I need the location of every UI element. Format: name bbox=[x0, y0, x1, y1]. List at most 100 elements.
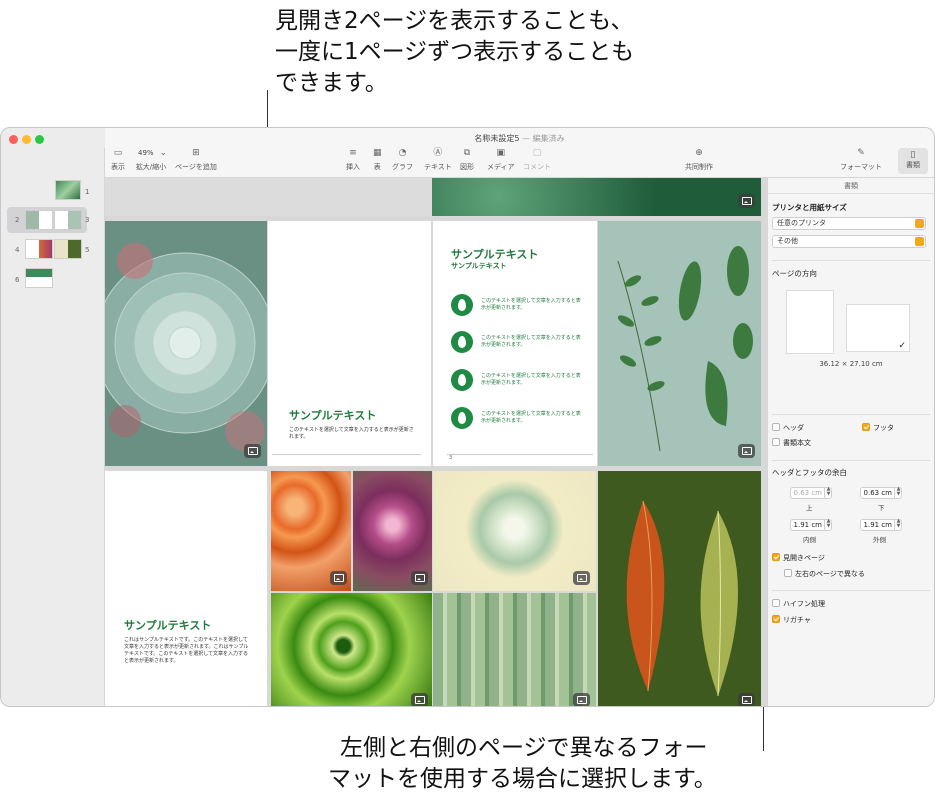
printer-section-label: プリンタと用紙サイズ bbox=[772, 203, 847, 212]
thumbnail-page-4[interactable] bbox=[25, 239, 53, 259]
collaborate-icon: ⊕ bbox=[695, 148, 703, 158]
shape-button[interactable]: ⧉ 図形 bbox=[460, 148, 474, 172]
page-5-image-succulent[interactable] bbox=[433, 471, 596, 591]
footer-rule bbox=[272, 454, 421, 455]
image-placeholder-icon[interactable] bbox=[738, 194, 755, 208]
thumbnail-number: 5 bbox=[85, 246, 90, 254]
inspector-tab-document[interactable]: 書類 bbox=[768, 178, 934, 194]
printer-select[interactable]: 任意のプリンタ bbox=[772, 217, 926, 230]
close-button[interactable] bbox=[9, 135, 18, 144]
leaf-icon bbox=[451, 294, 473, 316]
collaborate-button[interactable]: ⊕ 共同制作 bbox=[685, 148, 713, 172]
page-4-image-orange[interactable] bbox=[271, 471, 351, 591]
bottom-caption: 下 bbox=[878, 504, 885, 512]
page-body: これはサンプルテキストです。このテキストを選択して文章を入力すると表示が更新され… bbox=[124, 637, 249, 664]
thumbnail-page-2[interactable] bbox=[25, 210, 53, 230]
document-button[interactable]: ▯ 書類 bbox=[898, 148, 928, 174]
callout-top-line1: 見開き2ページを表示することも、 bbox=[275, 8, 634, 34]
callout-top-line3: できます。 bbox=[275, 70, 388, 96]
portrait-orientation[interactable] bbox=[786, 290, 834, 354]
page-body: このテキストを選択して文章を入力すると表示が更新されます。 bbox=[289, 427, 414, 440]
page-2-text: サンプルテキスト このテキストを選択して文章を入力すると表示が更新されます。 bbox=[268, 221, 431, 466]
page-4-image-spiral[interactable] bbox=[271, 593, 432, 706]
toc-title: サンプルテキスト bbox=[451, 248, 539, 261]
pages-window: 1 2 3 4 5 6 名称未設定5 — 編集済み ▭ 表示 49% ⌄ 拡大/… bbox=[0, 127, 935, 707]
paintbrush-icon: ✎ bbox=[857, 148, 865, 158]
view-button[interactable]: ▭ 表示 bbox=[111, 148, 125, 172]
image-placeholder-icon[interactable] bbox=[738, 444, 755, 458]
header-top-margin-stepper[interactable]: 0.63 cm ▲ ▼ bbox=[790, 487, 832, 499]
page-3-text: サンプルテキスト サンプルテキスト このテキストを選択して文章を入力すると表示が… bbox=[433, 221, 597, 466]
hyphenation-checkbox[interactable]: ハイフン処理 bbox=[772, 599, 825, 609]
image-placeholder-icon[interactable] bbox=[573, 693, 590, 706]
image-placeholder-icon[interactable] bbox=[573, 571, 590, 585]
chart-icon: ◔ bbox=[398, 148, 407, 158]
footer-bottom-margin-stepper[interactable]: 0.63 cm ▲ ▼ bbox=[860, 487, 902, 499]
media-icon: ▣ bbox=[496, 148, 506, 158]
page-4-text: サンプルテキスト これはサンプルテキストです。このテキストを選択して文章を入力す… bbox=[105, 471, 267, 706]
image-placeholder-icon[interactable] bbox=[738, 693, 755, 706]
page-heading: サンプルテキスト bbox=[124, 619, 212, 632]
toolbar: 名称未設定5 — 編集済み ▭ 表示 49% ⌄ 拡大/縮小 ⊞ ページを追加 … bbox=[105, 128, 934, 178]
image-placeholder-icon[interactable] bbox=[244, 444, 261, 458]
comment-icon: ▢ bbox=[532, 148, 542, 158]
zoom-window-button[interactable] bbox=[35, 135, 44, 144]
add-page-button[interactable]: ⊞ ページを追加 bbox=[175, 148, 217, 172]
outside-caption: 外側 bbox=[873, 536, 886, 544]
image-placeholder-icon[interactable] bbox=[330, 571, 347, 585]
text-button[interactable]: Ⓐ テキスト bbox=[424, 148, 452, 172]
page-3-image[interactable] bbox=[598, 221, 761, 466]
chevron-updown-icon bbox=[915, 237, 924, 246]
ligatures-checkbox[interactable]: リガチャ bbox=[772, 615, 811, 625]
page-top-strip-image[interactable] bbox=[432, 178, 761, 216]
bullet-text: このテキストを選択して文章を入力すると表示が更新されます。 bbox=[481, 335, 581, 348]
zoom-button[interactable]: 49% ⌄ 拡大/縮小 bbox=[135, 148, 167, 172]
document-icon: ▯ bbox=[910, 150, 916, 160]
different-left-right-checkbox[interactable]: 左右のページで異なる bbox=[784, 569, 865, 579]
bullet-text: このテキストを選択して文章を入力すると表示が更新されます。 bbox=[481, 298, 581, 311]
chevron-updown-icon bbox=[915, 219, 924, 228]
checkmark-icon: ✓ bbox=[898, 341, 906, 351]
thumbnail-page-6[interactable] bbox=[25, 268, 53, 288]
facing-pages-checkbox[interactable]: 見開きページ bbox=[772, 553, 825, 563]
header-checkbox[interactable]: ヘッダ bbox=[772, 423, 804, 433]
paper-size-select[interactable]: その他 bbox=[772, 235, 926, 248]
inside-margin-stepper[interactable]: 1.91 cm ▲ ▼ bbox=[790, 519, 832, 531]
format-button[interactable]: ✎ フォーマット bbox=[840, 148, 882, 172]
media-button[interactable]: ▣ メディア bbox=[487, 148, 515, 172]
callout-bottom-line1: 左側と右側のページで異なるフォー bbox=[340, 735, 708, 761]
thumbnail-number: 6 bbox=[15, 276, 20, 284]
callout-bottom: 左側と右側のページで異なるフォー マットを使用する場合に選択します。 bbox=[328, 733, 717, 795]
table-button[interactable]: ▦ 表 bbox=[373, 148, 382, 172]
divider bbox=[772, 460, 930, 461]
image-placeholder-icon[interactable] bbox=[411, 693, 428, 706]
document-body-checkbox[interactable]: 書類本文 bbox=[772, 438, 811, 448]
callout-top: 見開き2ページを表示することも、 一度に1ページずつ表示することも できます。 bbox=[275, 6, 634, 99]
page-4-image-kale[interactable] bbox=[353, 471, 432, 591]
page-5-image-leaves[interactable] bbox=[598, 471, 761, 706]
footer-checkbox[interactable]: フッタ bbox=[862, 423, 894, 433]
comment-button[interactable]: ▢ コメント bbox=[523, 148, 551, 172]
table-icon: ▦ bbox=[373, 148, 382, 158]
page-2-image[interactable] bbox=[105, 221, 267, 466]
minimize-button[interactable] bbox=[22, 135, 31, 144]
text-icon: Ⓐ bbox=[433, 148, 443, 158]
top-caption: 上 bbox=[806, 504, 813, 512]
insert-button[interactable]: ≡ 挿入 bbox=[346, 148, 360, 172]
page-5-image-bamboo[interactable] bbox=[433, 593, 596, 706]
succulent-photo bbox=[105, 221, 267, 466]
landscape-orientation[interactable]: ✓ bbox=[846, 304, 910, 352]
chart-button[interactable]: ◔ グラフ bbox=[392, 148, 413, 172]
document-canvas: サンプルテキスト このテキストを選択して文章を入力すると表示が更新されます。 サ… bbox=[105, 178, 767, 706]
thumbnail-page-1[interactable] bbox=[55, 180, 81, 200]
image-placeholder-icon[interactable] bbox=[411, 571, 428, 585]
document-title: 名称未設定5 — 編集済み bbox=[105, 133, 934, 144]
document-inspector: 書類 プリンタと用紙サイズ 任意のプリンタ その他 ページの方向 ✓ 36.12… bbox=[767, 178, 934, 706]
bullet-text: このテキストを選択して文章を入力すると表示が更新されます。 bbox=[481, 411, 581, 424]
outside-margin-stepper[interactable]: 1.91 cm ▲ ▼ bbox=[860, 519, 902, 531]
thumbnail-number: 2 bbox=[15, 216, 20, 224]
zoom-value: 49% bbox=[138, 149, 154, 157]
thumbnail-page-3[interactable] bbox=[54, 210, 82, 230]
page-size-label: 36.12 × 27.10 cm bbox=[819, 360, 883, 368]
thumbnail-page-5[interactable] bbox=[54, 239, 82, 259]
